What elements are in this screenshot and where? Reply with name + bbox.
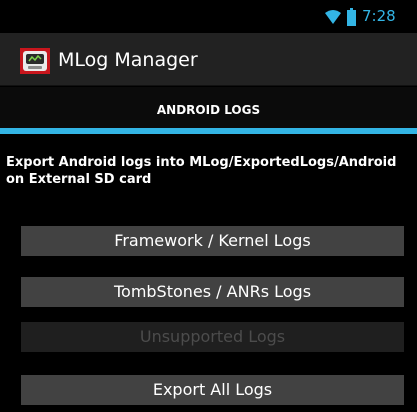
status-bar: 7:28 [0,0,417,33]
status-clock: 7:28 [362,7,396,25]
export-description: Export Android logs into MLog/ExportedLo… [6,155,397,187]
tombstones-anrs-logs-button[interactable]: TombStones / ANRs Logs [21,277,404,307]
app-title: MLog Manager [58,49,198,71]
main-content: Export Android logs into MLog/ExportedLo… [0,134,417,412]
action-bar: MLog Manager [0,33,417,86]
framework-kernel-logs-button[interactable]: Framework / Kernel Logs [21,226,404,256]
wifi-icon [325,10,341,24]
tab-android-logs[interactable]: ANDROID LOGS [0,87,417,133]
export-all-logs-button[interactable]: Export All Logs [21,375,404,405]
tab-label: ANDROID LOGS [156,103,261,117]
mlog-app-icon[interactable] [20,48,50,74]
unsupported-logs-button: Unsupported Logs [21,322,404,352]
battery-icon [347,8,356,26]
